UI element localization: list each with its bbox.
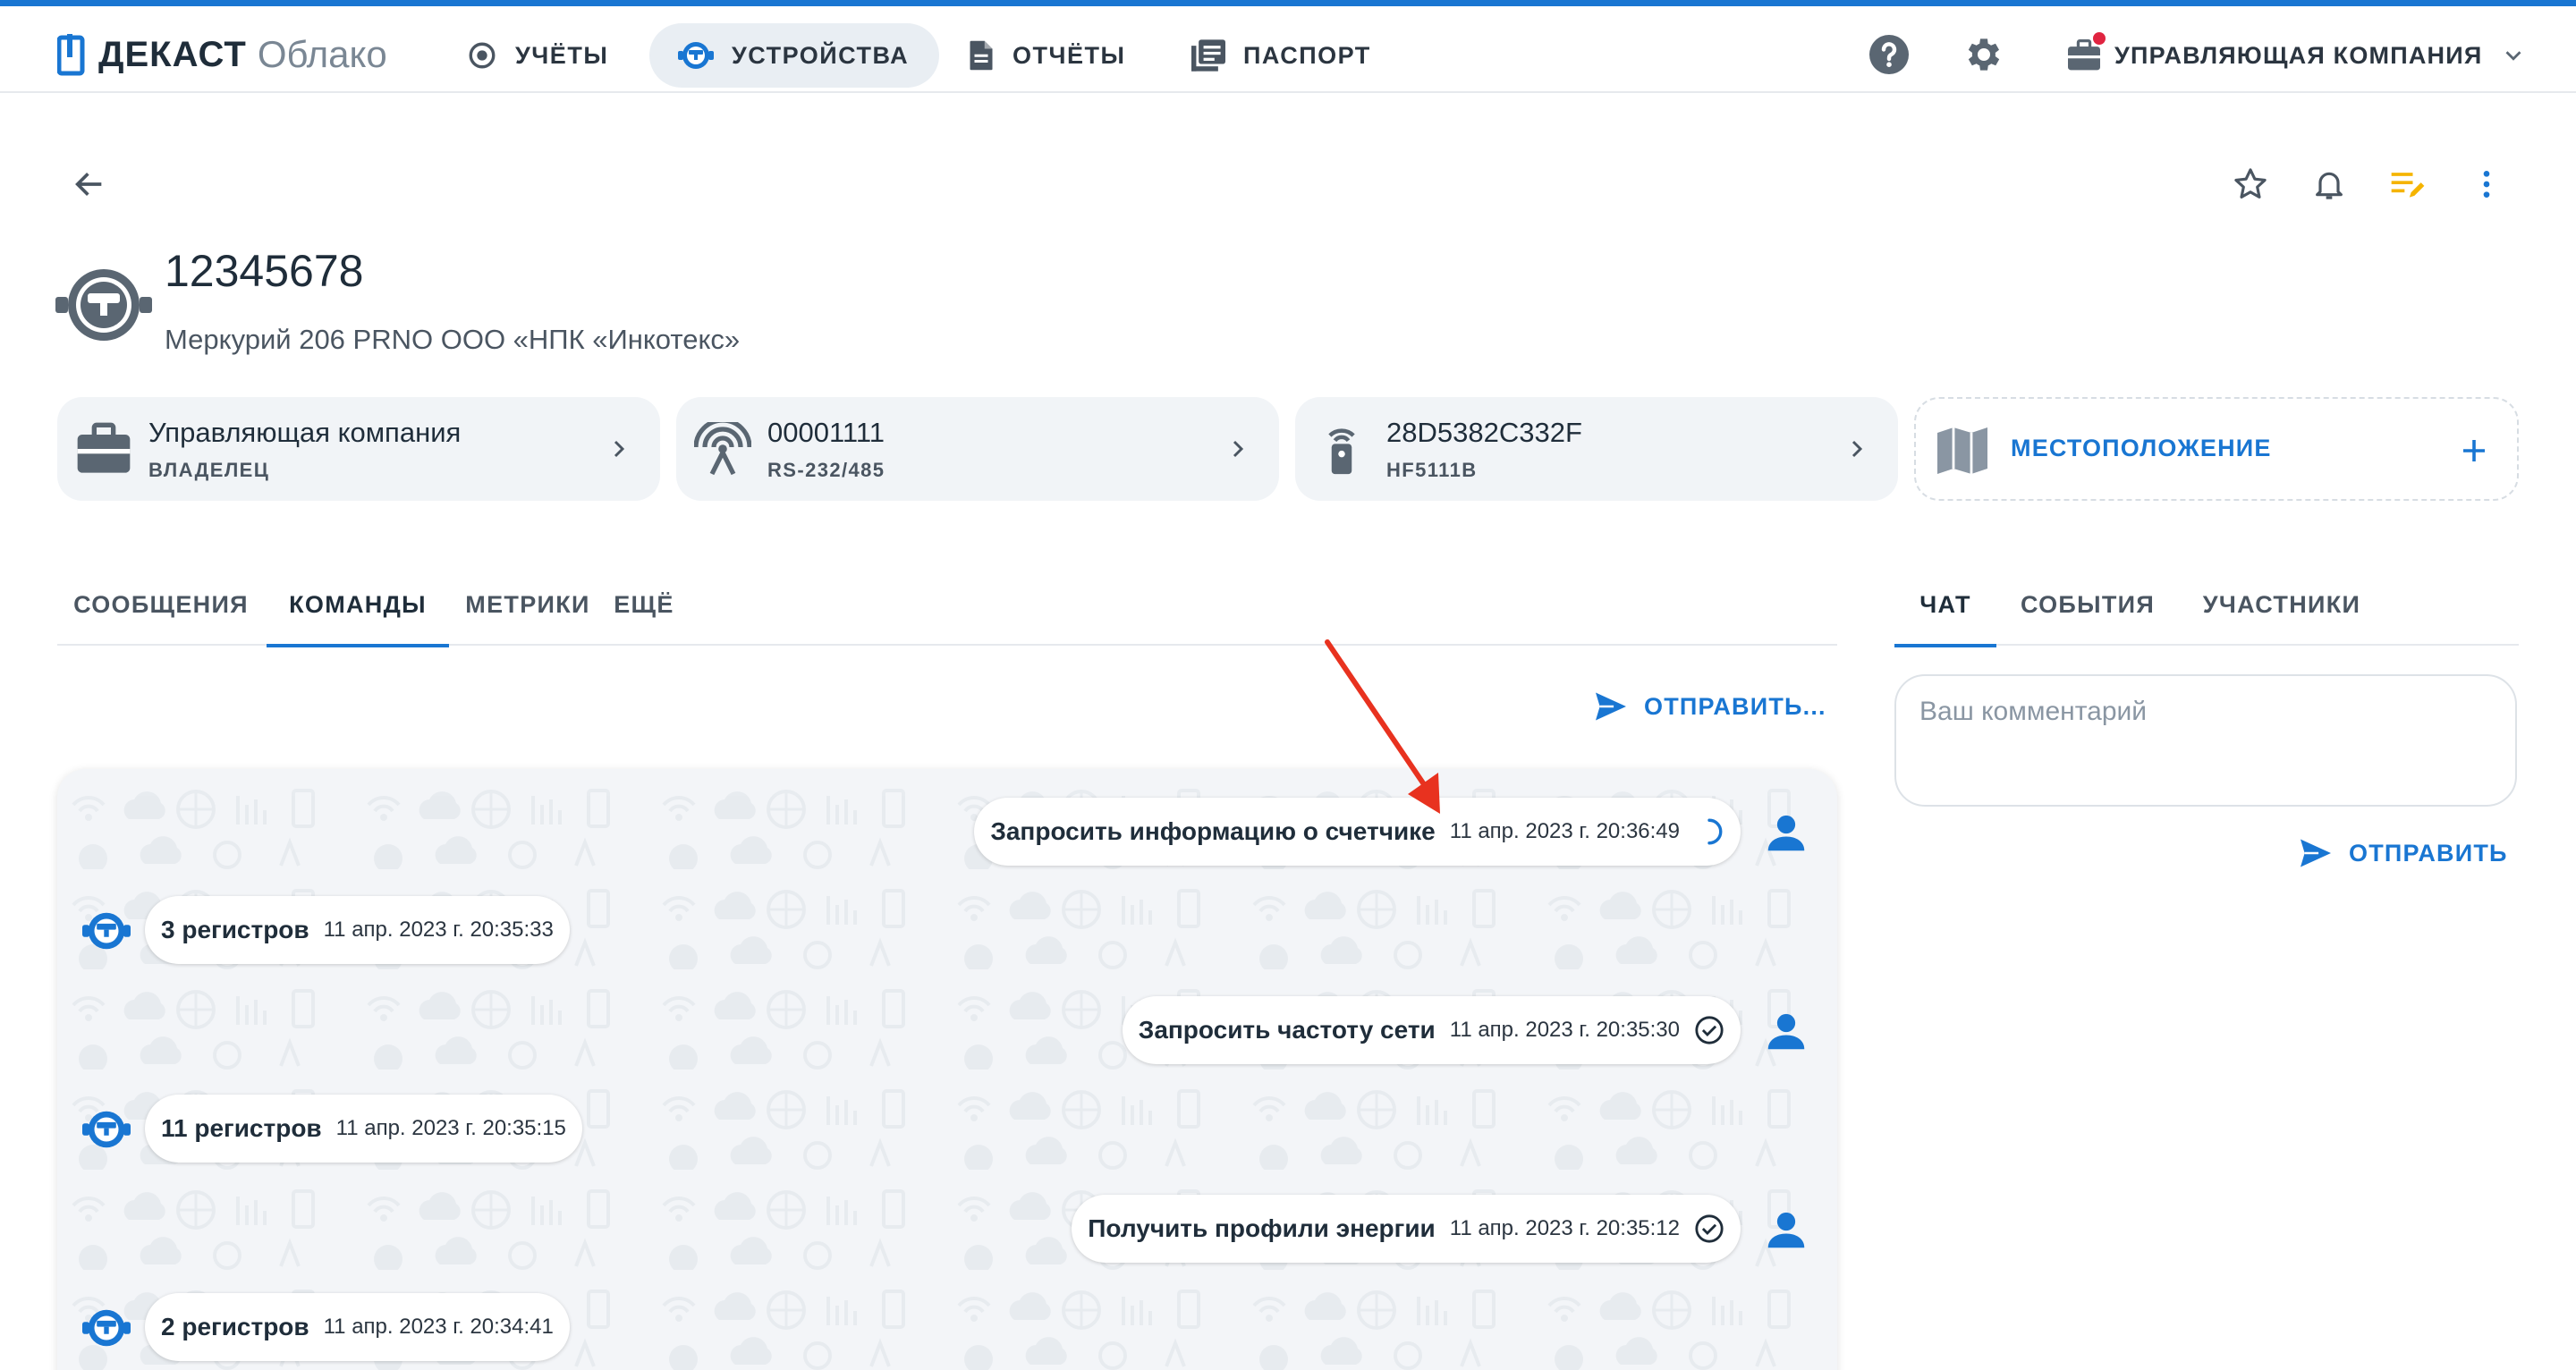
device-meter-icon bbox=[82, 1111, 131, 1148]
notifications-button[interactable] bbox=[2304, 159, 2354, 209]
plus-icon[interactable] bbox=[2458, 435, 2490, 467]
meter-icon bbox=[678, 42, 714, 69]
logo-icon bbox=[57, 34, 85, 76]
send-command-button[interactable]: ОТПРАВИТЬ... bbox=[1594, 681, 1826, 732]
response-message[interactable]: 3 регистров 11 апр. 2023 г. 20:35:33 bbox=[145, 896, 570, 964]
response-text: 11 регистров bbox=[161, 1114, 322, 1142]
gateway-card[interactable]: 00001111 RS-232/485 bbox=[676, 397, 1279, 501]
command-text: Получить профили энергии bbox=[1088, 1214, 1436, 1242]
tab-messages[interactable]: СООБЩЕНИЯ bbox=[57, 563, 265, 646]
antenna-icon bbox=[694, 422, 751, 476]
briefcase-icon bbox=[77, 422, 131, 473]
bell-icon bbox=[2316, 172, 2343, 199]
check-circle-icon bbox=[1695, 1016, 1724, 1044]
chevron-right-icon bbox=[1852, 440, 1863, 458]
nav-label: УСТРОЙСТВА bbox=[732, 41, 910, 69]
edit-notes-button[interactable] bbox=[2383, 159, 2433, 209]
send-comment-button[interactable]: ОТПРАВИТЬ bbox=[2299, 828, 2508, 878]
nav-ustroystva[interactable]: УСТРОЙСТВА bbox=[649, 23, 940, 88]
tab-chat[interactable]: ЧАТ bbox=[1894, 563, 1996, 647]
chat-tabs: ЧАТ СОБЫТИЯ УЧАСТНИКИ bbox=[1894, 563, 2519, 647]
company-selector[interactable]: УПРАВЛЯЮЩАЯ КОМПАНИЯ bbox=[2066, 30, 2527, 80]
user-icon bbox=[1767, 1013, 1805, 1050]
star-icon bbox=[2234, 168, 2267, 199]
top-accent-line bbox=[0, 0, 2576, 6]
response-message[interactable]: 11 регистров 11 апр. 2023 г. 20:35:15 bbox=[145, 1095, 582, 1163]
chevron-down-icon bbox=[2505, 51, 2521, 61]
tab-participants[interactable]: УЧАСТНИКИ bbox=[2179, 563, 2385, 646]
remote-icon bbox=[1328, 428, 1355, 475]
favorite-button[interactable] bbox=[2225, 159, 2275, 209]
card-main: 00001111 bbox=[767, 417, 886, 448]
nav-label: ПАСПОРТ bbox=[1243, 41, 1371, 69]
aperture-icon bbox=[469, 42, 496, 69]
commands-feed[interactable]: Запросить информацию о счетчике 11 апр. … bbox=[57, 769, 1837, 1370]
send-icon bbox=[1596, 692, 1626, 721]
tab-metrics[interactable]: МЕТРИКИ bbox=[451, 563, 605, 646]
more-vertical-icon bbox=[2483, 171, 2490, 198]
comment-input[interactable] bbox=[1919, 694, 2492, 730]
nav-uchety[interactable]: УЧЁТЫ bbox=[438, 23, 639, 88]
nav-label: УЧЁТЫ bbox=[515, 41, 609, 69]
back-button[interactable] bbox=[64, 159, 114, 209]
user-icon bbox=[1767, 1212, 1805, 1248]
command-time: 11 апр. 2023 г. 20:36:49 bbox=[1449, 819, 1680, 843]
tab-commands[interactable]: КОМАНДЫ bbox=[267, 563, 449, 647]
logo-brand-strong: ДЕКАСТ bbox=[98, 34, 247, 74]
tab-events[interactable]: СОБЫТИЯ bbox=[2000, 563, 2175, 646]
gear-icon[interactable] bbox=[1961, 33, 2004, 76]
user-icon bbox=[1767, 815, 1805, 851]
card-sub: ВЛАДЕЛЕЦ bbox=[148, 459, 270, 481]
command-time: 11 апр. 2023 г. 20:35:30 bbox=[1449, 1018, 1680, 1042]
device-tabs: СООБЩЕНИЯ КОМАНДЫ МЕТРИКИ ЕЩЁ bbox=[57, 563, 1837, 647]
response-time: 11 апр. 2023 г. 20:34:41 bbox=[323, 1315, 554, 1339]
card-main: Управляющая компания bbox=[148, 417, 462, 448]
help-icon[interactable] bbox=[1868, 33, 1911, 76]
company-label: УПРАВЛЯЮЩАЯ КОМПАНИЯ bbox=[2114, 41, 2483, 69]
document-icon bbox=[970, 40, 993, 71]
notification-badge bbox=[2093, 32, 2106, 45]
app-logo[interactable]: ДЕКАСТ Облако bbox=[57, 30, 387, 80]
command-time: 11 апр. 2023 г. 20:35:12 bbox=[1449, 1216, 1680, 1240]
top-app-bar: ДЕКАСТ Облако УЧЁТЫ УСТРОЙСТВА ОТЧЁТЫ ПА… bbox=[0, 6, 2576, 93]
more-button[interactable] bbox=[2462, 159, 2512, 209]
response-text: 2 регистров bbox=[161, 1313, 309, 1340]
location-card[interactable]: МЕСТОПОЛОЖЕНИЕ bbox=[1914, 397, 2519, 501]
comment-field[interactable] bbox=[1894, 674, 2517, 807]
owner-card[interactable]: Управляющая компания ВЛАДЕЛЕЦ bbox=[57, 397, 660, 501]
chevron-right-icon bbox=[1233, 440, 1244, 458]
nav-otchety[interactable]: ОТЧЁТЫ bbox=[939, 23, 1156, 88]
command-message[interactable]: Запросить частоту сети 11 апр. 2023 г. 2… bbox=[1122, 996, 1741, 1064]
response-time: 11 апр. 2023 г. 20:35:15 bbox=[335, 1116, 566, 1140]
device-meter-icon bbox=[82, 1309, 131, 1347]
location-label: МЕСТОПОЛОЖЕНИЕ bbox=[2011, 435, 2272, 461]
response-message[interactable]: 2 регистров 11 апр. 2023 г. 20:34:41 bbox=[145, 1293, 570, 1361]
check-circle-icon bbox=[1695, 1214, 1724, 1243]
device-title: 12345678 bbox=[165, 246, 364, 296]
nav-passport[interactable]: ПАСПОРТ bbox=[1163, 23, 1402, 88]
modem-card[interactable]: 28D5382C332F HF5111B bbox=[1295, 397, 1898, 501]
device-meter-icon bbox=[82, 912, 131, 950]
response-time: 11 апр. 2023 г. 20:35:33 bbox=[323, 918, 554, 942]
command-message[interactable]: Получить профили энергии 11 апр. 2023 г.… bbox=[1072, 1195, 1741, 1263]
arrow-left-icon bbox=[75, 173, 102, 196]
library-icon bbox=[1191, 39, 1225, 72]
edit-notes-icon bbox=[2391, 173, 2425, 198]
card-main: 28D5382C332F bbox=[1386, 417, 1582, 448]
annotation-arrow bbox=[1325, 639, 1440, 814]
card-sub: HF5111B bbox=[1386, 459, 1478, 481]
chevron-right-icon bbox=[614, 440, 625, 458]
logo-brand-light: Облако bbox=[257, 33, 387, 75]
card-sub: RS-232/485 bbox=[767, 459, 886, 481]
pending-spinner-icon bbox=[1707, 818, 1723, 845]
nav-label: ОТЧЁТЫ bbox=[1013, 41, 1126, 69]
device-meter-icon bbox=[55, 269, 152, 341]
response-text: 3 регистров bbox=[161, 916, 309, 943]
map-icon bbox=[1937, 427, 1987, 474]
device-subtitle: Меркурий 206 PRNO ООО «НПК «Инкотекс» bbox=[165, 324, 741, 355]
tab-more[interactable]: ЕЩЁ bbox=[606, 563, 682, 646]
send-icon bbox=[2301, 839, 2331, 867]
command-text: Запросить частоту сети bbox=[1138, 1016, 1436, 1044]
